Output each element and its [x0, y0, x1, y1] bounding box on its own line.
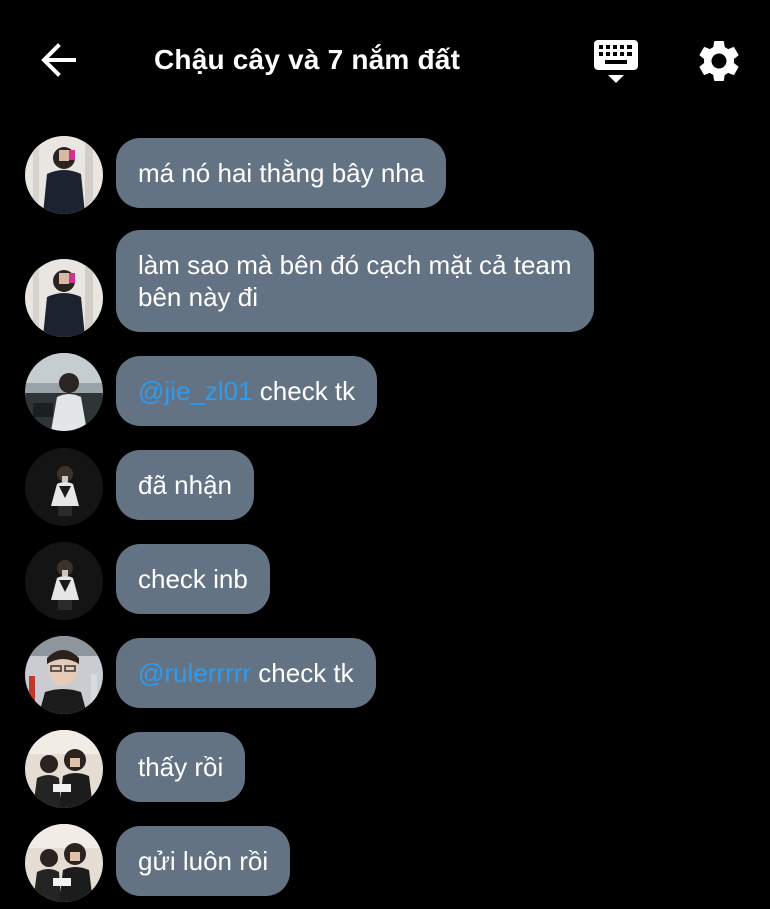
message-bubble: đã nhận — [116, 450, 254, 520]
message-bubble: gửi luôn rồi — [116, 826, 291, 896]
message-bubble: thấy rồi — [116, 732, 246, 802]
message-text-line: bên này đi — [138, 282, 258, 312]
message-text: đã nhận — [138, 470, 232, 500]
message-bubble: check inb — [116, 544, 270, 614]
avatar[interactable] — [25, 136, 103, 214]
message-bubble: má nó hai thằng bây nha — [116, 138, 447, 208]
message-text: check inb — [138, 564, 248, 594]
message-text-line: làm sao mà bên đó cạch mặt cả team — [138, 250, 572, 280]
avatar[interactable] — [25, 730, 103, 808]
avatar[interactable] — [25, 353, 103, 431]
avatar[interactable] — [25, 824, 103, 902]
avatar[interactable] — [25, 542, 103, 620]
avatar[interactable] — [25, 448, 103, 526]
message-bubble: @jie_zl01 check tk — [116, 356, 378, 426]
message-bubble: làm sao mà bên đó cạch mặt cả team bên n… — [116, 230, 594, 332]
user-mention[interactable]: @rulerrrrr — [138, 658, 251, 688]
message-text: thấy rồi — [138, 752, 224, 782]
message-text: má nó hai thằng bây nha — [138, 158, 425, 188]
message-text: check tk — [251, 658, 354, 688]
message-bubble: @rulerrrrr check tk — [116, 638, 376, 708]
message-list: má nó hai thằng bây nha làm sao mà bên đ… — [0, 0, 770, 909]
message-text: check tk — [252, 376, 356, 406]
avatar[interactable] — [25, 636, 103, 714]
message-text: gửi luôn rồi — [138, 846, 269, 876]
user-mention[interactable]: @jie_zl01 — [138, 376, 253, 406]
avatar[interactable] — [25, 259, 103, 337]
